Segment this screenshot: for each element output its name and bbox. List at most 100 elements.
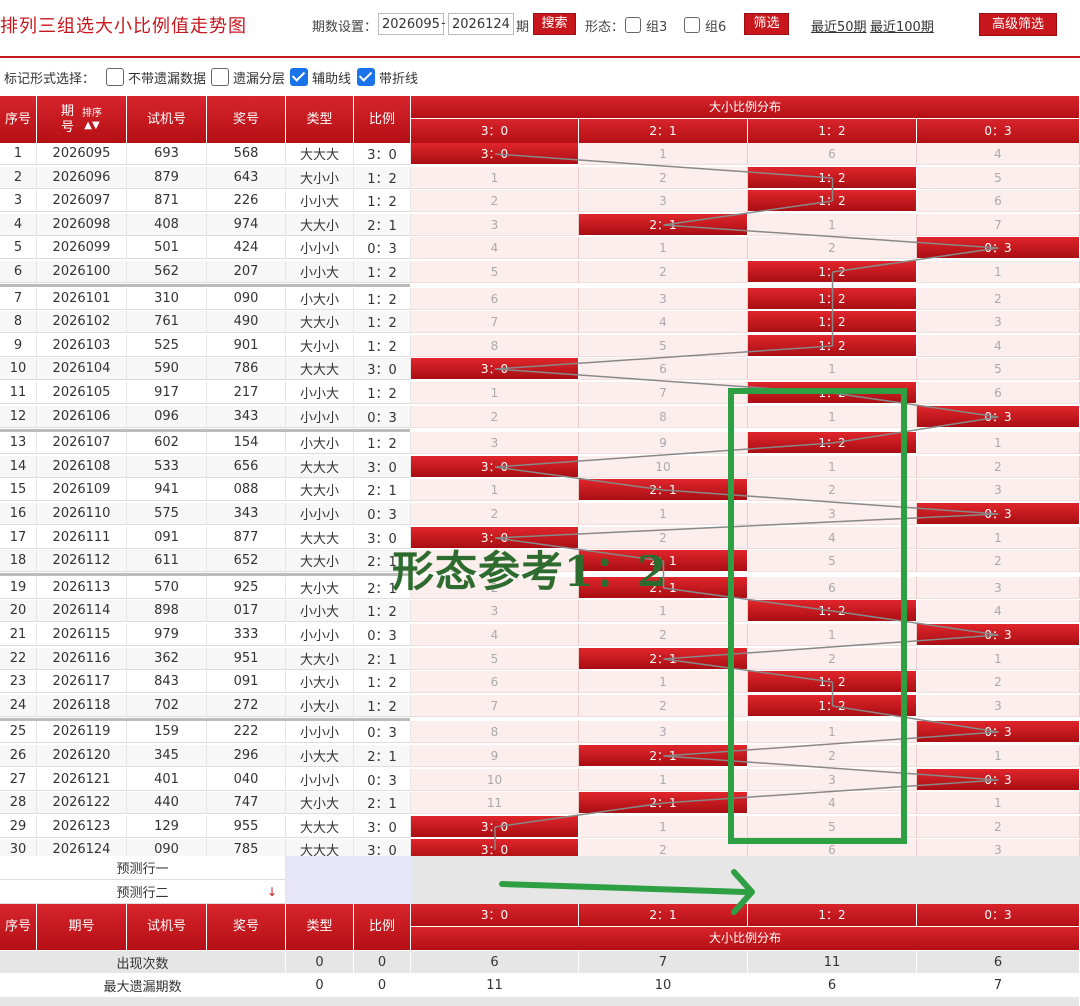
group3-checkbox[interactable] bbox=[625, 17, 641, 33]
row-seq: 1 bbox=[0, 143, 37, 165]
row-test: 843 bbox=[127, 671, 207, 693]
dist-col-30: 3：0 bbox=[411, 119, 579, 143]
page-title: 排列三组选大小比例值走势图 bbox=[0, 16, 247, 37]
row-seq: 20 bbox=[0, 600, 37, 622]
arrow-down-icon[interactable]: ↓ bbox=[267, 885, 277, 899]
start-period-input[interactable] bbox=[378, 13, 444, 35]
row-period: 2026105 bbox=[37, 382, 127, 404]
dist-miss-cell: 1 bbox=[748, 214, 917, 236]
dist-miss-cell: 10 bbox=[579, 456, 748, 478]
period-setting-label: 期数设置： bbox=[312, 20, 378, 35]
group6-checkbox[interactable] bbox=[684, 17, 700, 33]
dist-miss-cell: 6 bbox=[917, 382, 1080, 404]
dist-hit-cell: 3：0 bbox=[411, 358, 579, 380]
row-prize: 877 bbox=[207, 527, 286, 549]
row-prize: 568 bbox=[207, 143, 286, 165]
dist-hit-cell: 1：2 bbox=[748, 190, 917, 212]
row-ratio: 0：3 bbox=[354, 769, 411, 791]
row-prize: 207 bbox=[207, 261, 286, 283]
stat-occurrences-label: 出现次数 bbox=[0, 951, 286, 973]
row-seq: 26 bbox=[0, 745, 37, 767]
group-separator bbox=[0, 284, 410, 287]
dist-miss-cell: 4 bbox=[917, 335, 1080, 357]
dist-miss-cell: 1 bbox=[917, 432, 1080, 454]
row-seq: 16 bbox=[0, 503, 37, 525]
dist-hit-cell: 1：2 bbox=[748, 600, 917, 622]
dist-miss-cell: 3 bbox=[579, 190, 748, 212]
row-seq: 11 bbox=[0, 382, 37, 404]
dist-miss-cell: 1 bbox=[917, 792, 1080, 814]
dist-miss-cell: 2 bbox=[748, 648, 917, 670]
row-type: 小小大 bbox=[286, 382, 354, 404]
no-miss-data-checkbox[interactable] bbox=[106, 68, 124, 86]
dist-miss-cell: 1 bbox=[411, 479, 579, 501]
row-ratio: 3：0 bbox=[354, 816, 411, 838]
stat-maxmiss-type: 0 bbox=[286, 974, 354, 996]
dist-hit-cell: 2：1 bbox=[579, 214, 748, 236]
polyline-checkbox[interactable] bbox=[357, 68, 375, 86]
row-ratio: 3：0 bbox=[354, 143, 411, 165]
stat-maxmiss-label: 最大遗漏期数 bbox=[0, 974, 286, 996]
row-type: 小大大 bbox=[286, 745, 354, 767]
row-type: 大小小 bbox=[286, 335, 354, 357]
dist-miss-cell: 3 bbox=[579, 721, 748, 743]
search-button[interactable]: 搜索 bbox=[533, 13, 576, 35]
row-seq: 22 bbox=[0, 648, 37, 670]
row-test: 590 bbox=[127, 358, 207, 380]
row-ratio: 0：3 bbox=[354, 503, 411, 525]
sort-label: 排序 bbox=[82, 107, 102, 119]
footer-header-period: 期号 bbox=[37, 904, 127, 950]
col-header-ratio: 比例 bbox=[354, 96, 411, 143]
row-seq: 7 bbox=[0, 288, 37, 310]
dist-hit-cell: 1：2 bbox=[748, 695, 917, 717]
row-prize: 333 bbox=[207, 624, 286, 646]
row-seq: 27 bbox=[0, 769, 37, 791]
row-ratio: 1：2 bbox=[354, 261, 411, 283]
dist-miss-cell: 7 bbox=[579, 382, 748, 404]
row-ratio: 1：2 bbox=[354, 432, 411, 454]
row-type: 小大小 bbox=[286, 288, 354, 310]
marker-options: 标记形式选择： 不带遗漏数据 遗漏分层 辅助线 带折线 bbox=[0, 64, 1080, 88]
dist-miss-cell: 8 bbox=[579, 406, 748, 428]
period-dash: - bbox=[441, 16, 446, 31]
sort-control[interactable]: 排序 ▲▼ bbox=[82, 108, 102, 132]
row-test: 129 bbox=[127, 816, 207, 838]
dist-hit-cell: 3：0 bbox=[411, 456, 579, 478]
row-seq: 3 bbox=[0, 190, 37, 212]
recent-50-link[interactable]: 最近50期 bbox=[811, 16, 867, 35]
miss-layer-checkbox[interactable] bbox=[211, 68, 229, 86]
row-type: 小小小 bbox=[286, 769, 354, 791]
predict-input-area[interactable] bbox=[286, 856, 411, 904]
predict-dist-area[interactable] bbox=[411, 856, 1080, 904]
dist-hit-cell: 2：1 bbox=[579, 745, 748, 767]
row-seq: 10 bbox=[0, 358, 37, 380]
dist-miss-cell: 1 bbox=[748, 456, 917, 478]
dist-miss-cell: 4 bbox=[411, 237, 579, 259]
row-test: 917 bbox=[127, 382, 207, 404]
dist-miss-cell: 2 bbox=[579, 261, 748, 283]
row-ratio: 3：0 bbox=[354, 358, 411, 380]
row-seq: 13 bbox=[0, 432, 37, 454]
advanced-filter-button[interactable]: 高级筛选 bbox=[979, 13, 1057, 36]
col-header-period[interactable]: 期 号 排序 ▲▼ bbox=[37, 96, 127, 143]
aux-line-checkbox[interactable] bbox=[290, 68, 308, 86]
filter-button[interactable]: 筛选 bbox=[744, 13, 789, 35]
row-type: 大小小 bbox=[286, 167, 354, 189]
period-suffix: 期 bbox=[516, 20, 530, 35]
row-prize: 490 bbox=[207, 311, 286, 333]
row-test: 941 bbox=[127, 479, 207, 501]
row-type: 大大小 bbox=[286, 479, 354, 501]
footer-dist-col-12: 1：2 bbox=[748, 904, 917, 927]
dist-miss-cell: 1 bbox=[748, 358, 917, 380]
row-period: 2026095 bbox=[37, 143, 127, 165]
recent-100-link[interactable]: 最近100期 bbox=[870, 16, 934, 35]
group6-label: 组6 bbox=[705, 20, 727, 35]
row-prize: 652 bbox=[207, 550, 286, 572]
end-period-input[interactable] bbox=[448, 13, 514, 35]
row-type: 大大小 bbox=[286, 550, 354, 572]
dist-hit-cell: 0：3 bbox=[917, 721, 1080, 743]
dist-miss-cell: 11 bbox=[411, 792, 579, 814]
row-ratio: 2：1 bbox=[354, 648, 411, 670]
row-seq: 17 bbox=[0, 527, 37, 549]
dist-miss-cell: 2 bbox=[411, 190, 579, 212]
